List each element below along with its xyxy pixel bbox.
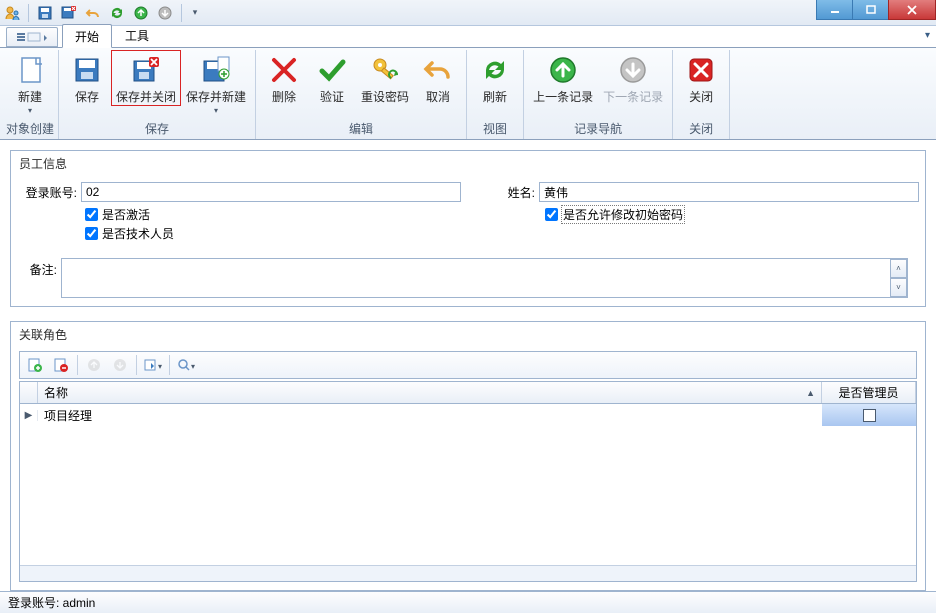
delete-icon bbox=[268, 54, 300, 86]
next-record-button[interactable]: 下一条记录 bbox=[598, 50, 668, 106]
ribbon-group-close: 关闭 关闭 bbox=[673, 50, 730, 139]
cancel-button[interactable]: 取消 bbox=[414, 50, 462, 106]
qat-save-close-button[interactable] bbox=[59, 3, 79, 23]
arrow-down-circle-icon bbox=[617, 54, 649, 86]
ribbon-group-create: 新建 ▾ 对象创建 bbox=[2, 50, 59, 139]
save-icon bbox=[71, 54, 103, 86]
name-label: 姓名: bbox=[499, 184, 539, 201]
allow-resetpwd-label: 是否允许修改初始密码 bbox=[562, 206, 684, 223]
reset-password-button[interactable]: 重设密码 bbox=[356, 50, 414, 106]
qat-save-button[interactable] bbox=[35, 3, 55, 23]
refresh-icon bbox=[479, 54, 511, 86]
save-new-button[interactable]: 保存并新建 ▾ bbox=[181, 50, 251, 116]
qat-customize-button[interactable]: ▾ bbox=[188, 3, 202, 23]
grid-header-name[interactable]: 名称▲ bbox=[38, 382, 822, 403]
grid-footer bbox=[20, 565, 916, 581]
ribbon-group-view: 刷新 视图 bbox=[467, 50, 524, 139]
arrow-up-circle-icon bbox=[547, 54, 579, 86]
ribbon-group-nav: 上一条记录 下一条记录 记录导航 bbox=[524, 50, 673, 139]
tab-start[interactable]: 开始 bbox=[62, 24, 112, 48]
roles-panel-title: 关联角色 bbox=[11, 322, 925, 347]
minimize-button[interactable] bbox=[816, 0, 852, 20]
remarks-label: 备注: bbox=[21, 258, 61, 278]
row-indicator-icon: ▶ bbox=[20, 410, 38, 421]
employee-panel: 员工信息 登录账号: 姓名: 是否激活 bbox=[10, 150, 926, 307]
qat-refresh-button[interactable] bbox=[107, 3, 127, 23]
qat-undo-button[interactable] bbox=[83, 3, 103, 23]
sort-asc-icon: ▲ bbox=[806, 388, 815, 398]
role-add-button[interactable] bbox=[23, 354, 47, 376]
delete-button[interactable]: 删除 bbox=[260, 50, 308, 106]
svg-text:▾: ▾ bbox=[158, 362, 162, 371]
refresh-button[interactable]: 刷新 bbox=[471, 50, 519, 106]
ribbon-group-save: 保存 保存并关闭 保存并新建 ▾ 保存 bbox=[59, 50, 256, 139]
close-icon bbox=[685, 54, 717, 86]
status-bar: 登录账号: admin bbox=[0, 591, 936, 613]
tab-tools[interactable]: 工具 bbox=[112, 23, 162, 47]
status-text: 登录账号: admin bbox=[8, 594, 95, 611]
roles-toolbar: ▾ ▾ bbox=[19, 351, 917, 379]
table-row[interactable]: ▶ 项目经理 bbox=[20, 404, 916, 426]
ribbon-tabs: 开始 工具 ▾ bbox=[0, 26, 936, 48]
grid-body: ▶ 项目经理 bbox=[20, 404, 916, 565]
row-admin-cell[interactable] bbox=[822, 404, 916, 426]
new-icon bbox=[14, 54, 46, 86]
window-controls bbox=[816, 0, 936, 20]
name-input[interactable] bbox=[539, 182, 919, 202]
close-button[interactable]: 关闭 bbox=[677, 50, 725, 106]
ribbon: 新建 ▾ 对象创建 保存 保存并关闭 保存并新建 ▾ 保存 bbox=[0, 48, 936, 140]
app-icon bbox=[4, 5, 20, 21]
key-icon bbox=[369, 54, 401, 86]
maximize-button[interactable] bbox=[852, 0, 888, 20]
quick-access-toolbar: ▾ bbox=[26, 3, 202, 23]
grid-header-selector[interactable] bbox=[20, 382, 38, 403]
admin-checkbox[interactable] bbox=[863, 409, 876, 422]
new-button[interactable]: 新建 ▾ bbox=[6, 50, 54, 116]
ribbon-group-edit: 删除 验证 重设密码 取消 编辑 bbox=[256, 50, 467, 139]
role-search-button[interactable]: ▾ bbox=[174, 354, 198, 376]
role-export-button[interactable]: ▾ bbox=[141, 354, 165, 376]
qat-next-button[interactable] bbox=[155, 3, 175, 23]
employee-panel-title: 员工信息 bbox=[11, 151, 925, 176]
tech-label: 是否技术人员 bbox=[102, 225, 174, 242]
save-new-icon bbox=[200, 54, 232, 86]
tech-checkbox[interactable] bbox=[85, 227, 98, 240]
active-label: 是否激活 bbox=[102, 206, 150, 223]
check-icon bbox=[316, 54, 348, 86]
save-close-button[interactable]: 保存并关闭 bbox=[111, 50, 181, 106]
role-next-button bbox=[108, 354, 132, 376]
row-name-cell: 项目经理 bbox=[38, 407, 822, 424]
login-label: 登录账号: bbox=[21, 184, 81, 201]
collapse-ribbon-button[interactable]: ▾ bbox=[925, 30, 930, 41]
role-remove-button[interactable] bbox=[49, 354, 73, 376]
allow-resetpwd-checkbox[interactable] bbox=[545, 208, 558, 221]
grid-header-admin[interactable]: 是否管理员 bbox=[822, 382, 916, 403]
prev-record-button[interactable]: 上一条记录 bbox=[528, 50, 598, 106]
content: 员工信息 登录账号: 姓名: 是否激活 bbox=[0, 140, 936, 591]
remarks-spin-up[interactable]: ˄ bbox=[890, 259, 907, 278]
roles-grid: 名称▲ 是否管理员 ▶ 项目经理 bbox=[19, 381, 917, 582]
validate-button[interactable]: 验证 bbox=[308, 50, 356, 106]
svg-text:▾: ▾ bbox=[191, 362, 195, 371]
qat-prev-button[interactable] bbox=[131, 3, 151, 23]
save-button[interactable]: 保存 bbox=[63, 50, 111, 106]
undo-icon bbox=[422, 54, 454, 86]
remarks-spin-down[interactable]: ˅ bbox=[890, 278, 907, 297]
grid-header: 名称▲ 是否管理员 bbox=[20, 382, 916, 404]
file-menu-button[interactable] bbox=[6, 27, 58, 47]
role-prev-button bbox=[82, 354, 106, 376]
close-window-button[interactable] bbox=[888, 0, 936, 20]
save-close-icon bbox=[130, 54, 162, 86]
active-checkbox[interactable] bbox=[85, 208, 98, 221]
login-input[interactable] bbox=[81, 182, 461, 202]
remarks-input[interactable]: ˄ ˅ bbox=[61, 258, 908, 298]
roles-panel: 关联角色 ▾ ▾ 名称▲ 是否管理员 ▶ 项目经理 bbox=[10, 321, 926, 591]
